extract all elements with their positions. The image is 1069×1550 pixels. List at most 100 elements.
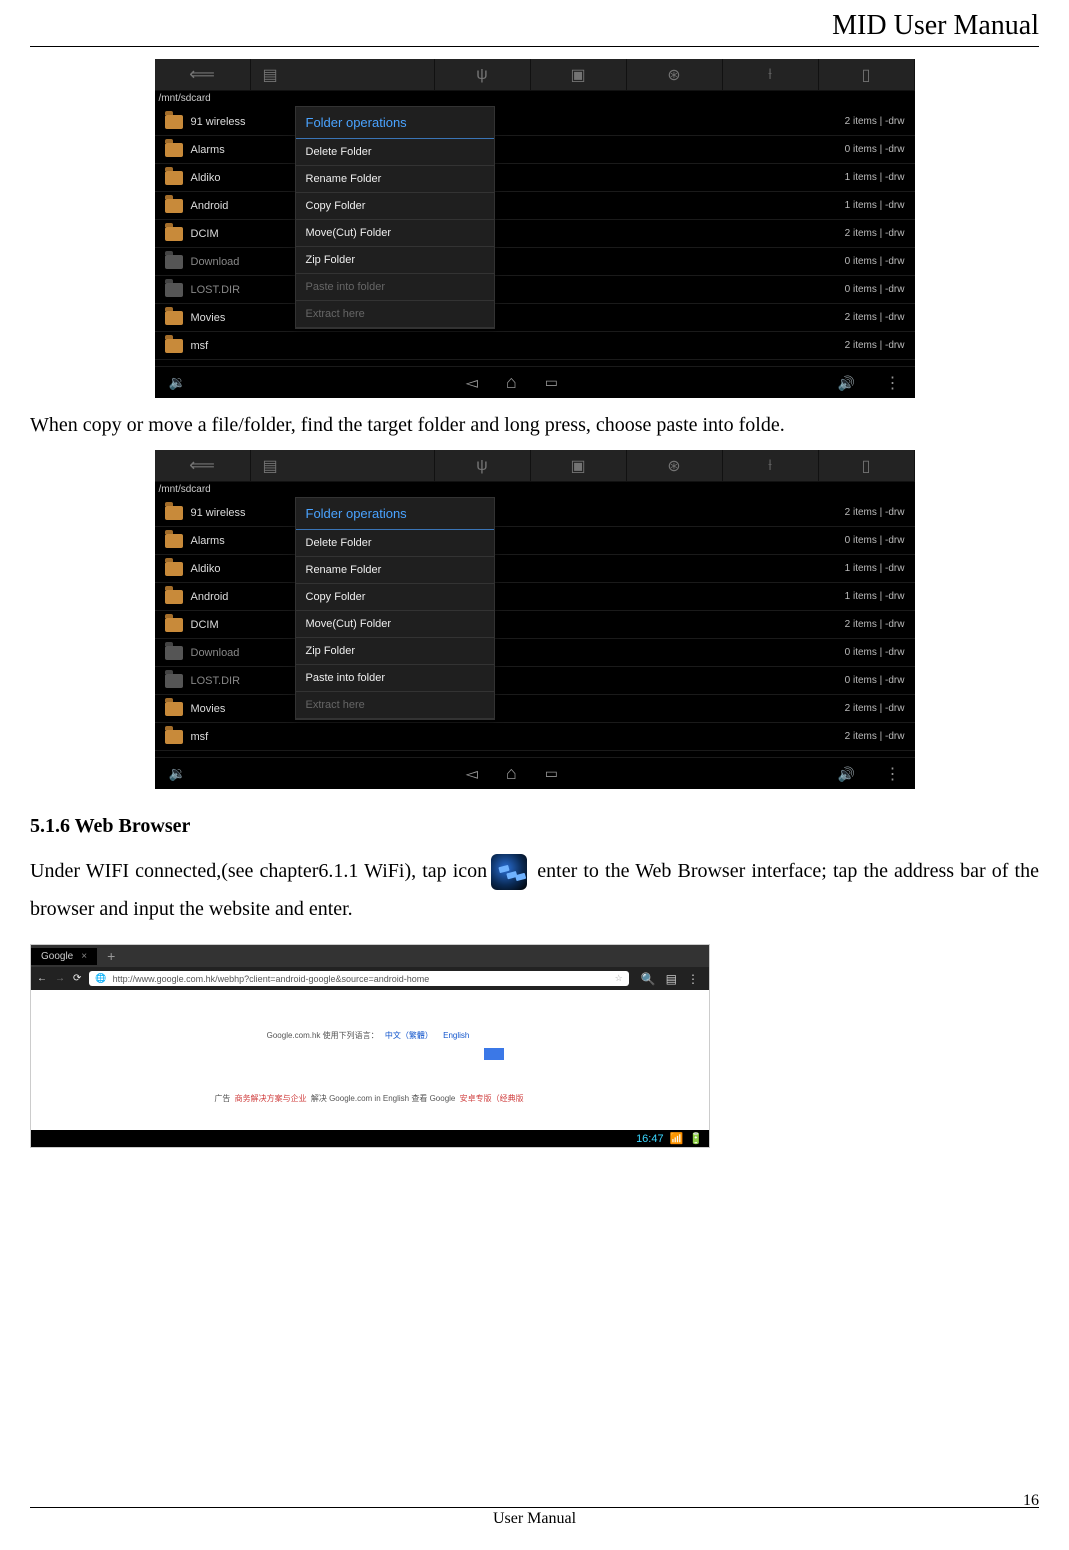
topbar-movie-icon[interactable] (627, 59, 723, 90)
nav-forward-icon[interactable]: → (55, 973, 65, 984)
lang-link[interactable]: English (443, 1031, 469, 1040)
folder-meta: 0 items | -drw (845, 144, 905, 155)
filesystem-path: /mnt/sdcard (155, 482, 915, 497)
nav-menu-icon[interactable] (884, 768, 900, 782)
topbar-movie-icon[interactable] (627, 450, 723, 481)
folder-name: DCIM (191, 619, 219, 631)
nav-home-icon[interactable] (506, 372, 517, 393)
folder-row[interactable]: DCIM 2 items | -drw (155, 220, 915, 248)
browser-menu-icon[interactable]: ⋮ (687, 972, 699, 986)
folder-row[interactable]: Movies2 items | -drw (155, 695, 915, 723)
folder-row[interactable]: Android1 items | -drw (155, 192, 915, 220)
browser-content: Google.com.hk 使用下列语言： 中文（繁體） English 广告 … (31, 990, 709, 1130)
topbar-file-icon[interactable] (819, 59, 915, 90)
dialog-item[interactable]: Move(Cut) Folder (296, 220, 494, 247)
folder-row[interactable]: DCIM 2 items | -drw (155, 611, 915, 639)
topbar-sd-icon[interactable] (251, 59, 435, 90)
folder-row[interactable]: 91 wireless2 items | -drw (155, 499, 915, 527)
instruction-web-browser: Under WIFI connected,(see chapter6.1.1 W… (30, 852, 1039, 928)
tab-close-icon[interactable]: × (81, 951, 87, 962)
topbar-picture-icon[interactable] (531, 450, 627, 481)
dialog-item[interactable]: Rename Folder (296, 557, 494, 584)
dialog-item[interactable]: Paste into folder (296, 665, 494, 692)
topbar-picture-icon[interactable] (531, 59, 627, 90)
topbar-tool-icon[interactable] (723, 59, 819, 90)
android-statusbar: 16:47 📶 🔋 (31, 1130, 709, 1147)
topbar-sd-icon[interactable] (251, 450, 435, 481)
reload-icon[interactable]: ⟳ (73, 973, 81, 984)
footer-link[interactable]: 安卓专版（经典版 (460, 1094, 524, 1103)
nav-recent-icon[interactable] (545, 374, 558, 391)
volume-up-icon[interactable] (838, 377, 855, 391)
folder-icon (165, 506, 183, 520)
dialog-item[interactable]: Delete Folder (296, 530, 494, 557)
folder-name: Android (191, 200, 229, 212)
folder-meta: 1 items | -drw (845, 563, 905, 574)
folder-row[interactable]: Aldiko1 items | -drw (155, 555, 915, 583)
folder-row[interactable]: Alarms0 items | -drw (155, 527, 915, 555)
volume-down-icon[interactable] (169, 374, 186, 391)
nav-recent-icon[interactable] (545, 765, 558, 782)
dialog-item[interactable]: Copy Folder (296, 193, 494, 220)
dialog-item[interactable]: Copy Folder (296, 584, 494, 611)
folder-row[interactable]: Aldiko1 items | -drw (155, 164, 915, 192)
address-bar[interactable]: 🌐 http://www.google.com.hk/webhp?client=… (89, 971, 628, 986)
google-search-button[interactable] (484, 1048, 504, 1060)
google-footer-links: 广告 商务解决方案与企业 解决 Google.com in English 查看… (31, 1093, 709, 1104)
google-language-line: Google.com.hk 使用下列语言： 中文（繁體） English (31, 1030, 709, 1041)
folder-row[interactable]: LOST.DIR0 items | -drw (155, 276, 915, 304)
browser-tab[interactable]: Google × (31, 948, 97, 965)
folder-meta: 0 items | -drw (845, 284, 905, 295)
filesystem-path: /mnt/sdcard (155, 91, 915, 106)
nav-home-icon[interactable] (506, 763, 517, 784)
folder-row[interactable]: Download0 items | -drw (155, 248, 915, 276)
bookmark-star-icon[interactable]: ☆ (615, 973, 623, 984)
folder-name: Movies (191, 312, 226, 324)
folder-icon (165, 283, 183, 297)
folder-row[interactable]: Android1 items | -drw (155, 583, 915, 611)
folder-meta: 2 items | -drw (845, 228, 905, 239)
topbar-file-icon[interactable] (819, 450, 915, 481)
new-tab-button[interactable]: + (97, 948, 125, 964)
topbar-back-icon[interactable] (155, 450, 251, 481)
nav-back-icon[interactable] (466, 373, 478, 393)
folder-row[interactable]: LOST.DIR0 items | -drw (155, 667, 915, 695)
nav-back-icon[interactable]: ← (37, 973, 47, 984)
topbar-tool-icon[interactable] (723, 450, 819, 481)
folder-icon (165, 339, 183, 353)
nav-back-icon[interactable] (466, 764, 478, 784)
lang-link[interactable]: 中文（繁體） (385, 1031, 433, 1040)
folder-row[interactable]: Movies2 items | -drw (155, 304, 915, 332)
section-heading-web-browser: 5.1.6 Web Browser (30, 815, 1039, 838)
bookmarks-icon[interactable]: ▤ (666, 972, 677, 986)
topbar-usb-icon[interactable] (435, 59, 531, 90)
topbar-back-icon[interactable] (155, 59, 251, 90)
dialog-item[interactable]: Rename Folder (296, 166, 494, 193)
dialog-item[interactable]: Zip Folder (296, 247, 494, 274)
page-footer: User Manual (30, 1507, 1039, 1528)
search-icon[interactable]: 🔍 (641, 972, 656, 986)
topbar-usb-icon[interactable] (435, 450, 531, 481)
folder-meta: 2 items | -drw (845, 703, 905, 714)
text-before-icon: Under WIFI connected,(see chapter6.1.1 W… (30, 860, 487, 882)
dialog-item[interactable]: Move(Cut) Folder (296, 611, 494, 638)
dialog-item[interactable]: Zip Folder (296, 638, 494, 665)
folder-row[interactable]: msf2 items | -drw (155, 723, 915, 751)
folder-row[interactable]: Download0 items | -drw (155, 639, 915, 667)
folder-meta: 0 items | -drw (845, 675, 905, 686)
folder-meta: 2 items | -drw (845, 619, 905, 630)
folder-name: Alarms (191, 535, 225, 547)
volume-down-icon[interactable] (169, 765, 186, 782)
nav-menu-icon[interactable] (884, 377, 900, 391)
folder-row[interactable]: Alarms0 items | -drw (155, 136, 915, 164)
folder-icon (165, 255, 183, 269)
folder-row[interactable]: 91 wireless2 items | -drw (155, 108, 915, 136)
dialog-item[interactable]: Delete Folder (296, 139, 494, 166)
folder-name: Aldiko (191, 172, 221, 184)
volume-up-icon[interactable] (838, 768, 855, 782)
folder-row[interactable]: msf2 items | -drw (155, 332, 915, 360)
wifi-icon: 📶 (670, 1132, 684, 1145)
folder-name: DCIM (191, 228, 219, 240)
footer-link[interactable]: 商务解决方案与企业 (235, 1094, 307, 1103)
browser-globe-icon (491, 854, 527, 890)
